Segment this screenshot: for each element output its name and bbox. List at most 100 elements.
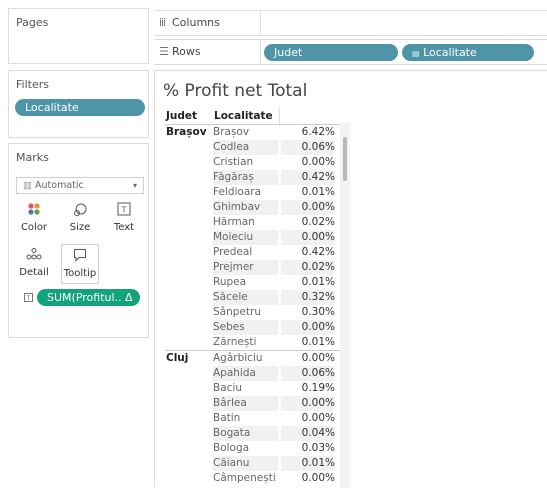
value-cell: 0.00% [281,200,335,215]
header-judet: Judet [166,110,198,122]
mark-type-value: Automatic [35,180,84,191]
value-cell: 0.42% [281,170,335,185]
text-button[interactable]: T Text [104,199,144,239]
value-cell: 0.30% [301,306,335,318]
size-button[interactable]: Size [60,199,100,239]
value-cell: 0.01% [301,186,335,198]
detail-button[interactable]: Detail [14,244,54,284]
color-button[interactable]: Color [14,199,54,239]
table-row: Predeal 0.42% [165,245,345,260]
columns-label: Columns [172,16,220,29]
svg-text:T: T [121,206,127,215]
localitate-cell: Câmpenești [213,472,276,484]
table-row: Zărnești 0.01% [165,335,345,350]
localitate-cell: Bologa [213,442,250,454]
value-cell: 0.32% [281,290,335,305]
value-cell: 0.00% [301,352,335,364]
localitate-cell: Făgăraș [213,170,278,185]
rows-label: Rows [172,45,201,58]
localitate-cell: Predeal [213,246,253,258]
localitate-cell: Sebes [213,320,278,335]
value-cell: 0.00% [301,156,335,168]
rows-pill-localitate-label: Localitate [423,46,477,59]
value-cell: 6.42% [301,126,335,138]
value-cell: 0.01% [301,276,335,288]
localitate-cell: Zărnești [213,336,257,348]
localitate-cell: Căianu [213,456,278,471]
text-icon: T [104,202,144,222]
table-row: Brașov 6.42% [165,125,345,140]
tooltip-button[interactable]: Tooltip [61,244,99,284]
table-row: Moieciu 0.00% [165,230,345,245]
filter-pill-localitate[interactable]: Localitate [15,99,145,116]
vertical-scrollbar[interactable] [340,123,350,488]
table-row: Sânpetru 0.30% [165,305,345,320]
chevron-down-icon: ▾ [132,181,137,190]
localitate-cell: Sânpetru [213,306,261,318]
group-brasov: Brașov Brașov 6.42% Codlea 0.06% Cristian 0… [165,125,345,350]
table-row: Bârlea 0.00% [165,396,345,411]
mark-type-dropdown[interactable]: ▥ Automatic ▾ [16,177,144,194]
mark-type-icon: ▥ [23,180,32,191]
localitate-cell: Feldioara [213,186,262,198]
value-cell: 0.01% [281,456,335,471]
table-row: Batin 0.00% [165,411,345,426]
table-row: Cristian 0.00% [165,155,345,170]
table-row: Făgăraș 0.42% [165,170,345,185]
rows-pill-localitate[interactable]: ▤ Localitate [402,44,534,61]
value-cell: 0.06% [281,366,335,381]
tooltip-label: Tooltip [63,268,97,279]
text-label: Text [113,222,135,233]
marks-title: Marks [16,151,49,164]
tooltip-icon [62,248,98,268]
shelf-divider [260,40,261,64]
value-cell: 0.00% [281,230,335,245]
value-cell: 0.03% [301,442,335,454]
sum-profit-pill[interactable]: SUM(Profitul.. Δ [37,289,140,306]
localitate-cell: Baciu [213,382,242,394]
value-cell: 0.01% [301,336,335,348]
localitate-cell: Rupea [213,276,247,288]
table-row: Prejmer 0.02% [165,260,345,275]
shelf-divider [260,11,261,35]
table-row: Baciu 0.19% [165,381,345,396]
view-area: % Profit net Total Judet Localitate Braș… [154,70,547,488]
scrollbar-thumb[interactable] [343,137,347,181]
localitate-cell: Prejmer [213,260,278,275]
view-title: % Profit net Total [163,81,308,101]
table-row: Căianu 0.01% [165,456,345,471]
table: Judet Localitate Brașov Brașov 6.42% Codl… [165,108,365,488]
value-column-border [279,108,280,124]
columns-shelf[interactable]: ⅲ Columns [154,10,547,36]
table-row: Sebes 0.00% [165,320,345,335]
localitate-cell: Brașov [213,126,250,138]
filters-panel[interactable]: Filters Localitate [8,70,149,138]
value-cell: 0.00% [281,320,335,335]
rows-shelf[interactable]: ☰ Rows Judet ▤ Localitate [154,39,547,65]
localitate-cell: Batin [213,412,241,424]
value-cell: 0.02% [301,216,335,228]
value-cell: 0.04% [281,426,335,441]
marks-panel: Marks ▥ Automatic ▾ Color Size T Text De… [8,143,149,338]
localitate-cell: Cristian [213,156,254,168]
value-cell: 0.19% [301,382,335,394]
columns-icon: ⅲ [159,16,167,29]
localitate-cell: Hărman [213,216,255,228]
table-row: Feldioara 0.01% [165,185,345,200]
pages-panel[interactable]: Pages [8,8,149,64]
localitate-cell: Codlea [213,140,278,155]
value-cell: 0.06% [281,140,335,155]
rows-pill-judet[interactable]: Judet [264,44,398,61]
filter-indicator-icon: ▤ [412,49,420,58]
value-cell: 0.00% [301,472,335,484]
value-cell: 0.00% [301,412,335,424]
color-label: Color [20,222,48,233]
localitate-cell: Săcele [213,290,278,305]
table-row: Ghimbav 0.00% [165,200,345,215]
table-row: Bologa 0.03% [165,441,345,456]
table-row: Agârbiciu 0.00% [165,351,345,366]
value-cell: 0.42% [301,246,335,258]
value-cell: 0.00% [281,396,335,411]
text-field-icon: T [24,292,33,305]
size-icon [60,202,100,222]
